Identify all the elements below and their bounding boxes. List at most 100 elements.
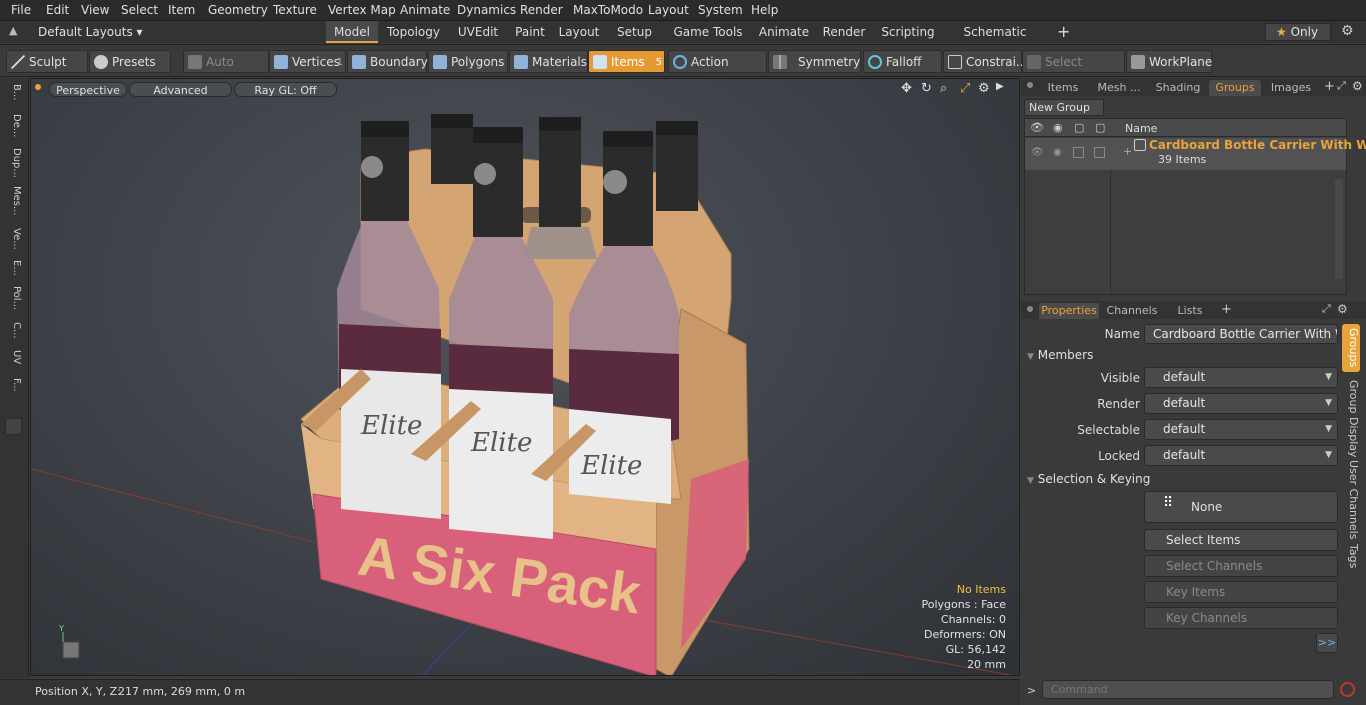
menu-view[interactable]: View xyxy=(81,3,109,17)
key-items-button[interactable]: Key Items xyxy=(1144,581,1338,603)
new-group-button[interactable]: New Group xyxy=(1024,99,1104,116)
materials-button[interactable]: Materials xyxy=(509,50,588,73)
menu-geometry[interactable]: Geometry xyxy=(208,3,268,17)
tab-lists[interactable]: Lists xyxy=(1167,303,1213,319)
tab-scripting[interactable]: Scripting xyxy=(874,21,942,43)
more-button[interactable]: >> xyxy=(1316,633,1338,653)
visible-dropdown[interactable]: default ▼ xyxy=(1144,367,1338,388)
record-icon[interactable] xyxy=(1340,682,1355,697)
side-tab-groups[interactable]: Groups xyxy=(1344,328,1360,367)
add-tab-icon[interactable]: + xyxy=(1057,22,1070,41)
symmetry-button[interactable]: Symmetry xyxy=(768,50,861,73)
boundary-button[interactable]: Boundary xyxy=(347,50,428,73)
tab-properties[interactable]: Properties xyxy=(1039,303,1099,319)
menu-system[interactable]: System xyxy=(698,3,743,17)
menu-animate[interactable]: Animate xyxy=(400,3,450,17)
layout-selector[interactable]: Default Layouts ▾ xyxy=(38,25,143,39)
lock-cube-icon[interactable]: ▢ xyxy=(1074,121,1084,134)
3d-viewport[interactable]: Perspective Advanced Ray GL: Off ✥ ↻ ⌕ ⤢… xyxy=(30,78,1020,676)
add-props-tab-icon[interactable]: + xyxy=(1221,302,1232,317)
tab-paint[interactable]: Paint xyxy=(509,21,551,43)
left-tab-duplicate[interactable]: Dup... xyxy=(4,148,22,178)
left-tab-mesh-edit[interactable]: Mes... xyxy=(4,186,22,216)
menu-vertex-map[interactable]: Vertex Map xyxy=(328,3,396,17)
panel-settings-icon[interactable]: ⚙ xyxy=(1352,79,1363,93)
workplane-button[interactable]: WorkPlane xyxy=(1126,50,1212,73)
expand-panel-icon[interactable]: ⤢ xyxy=(1337,79,1346,93)
name-field[interactable]: Cardboard Bottle Carrier With Wine (3 xyxy=(1144,324,1338,344)
tab-channels[interactable]: Channels xyxy=(1103,303,1161,319)
row-eye-icon[interactable]: 👁 xyxy=(1031,147,1044,158)
auto-select-button[interactable]: Auto Select xyxy=(183,50,269,92)
menu-edit[interactable]: Edit xyxy=(46,3,69,17)
side-tab-group-display[interactable]: Group Display xyxy=(1344,380,1360,458)
presets-button[interactable]: Presets xyxy=(89,50,171,73)
menu-select[interactable]: Select xyxy=(121,3,158,17)
polygons-button[interactable]: Polygons xyxy=(428,50,508,73)
left-tab-polygon[interactable]: Pol... xyxy=(4,286,22,310)
locked-dropdown[interactable]: default ▼ xyxy=(1144,445,1338,466)
menu-maxtomodo[interactable]: MaxToModo xyxy=(573,3,643,17)
tab-layout[interactable]: Layout xyxy=(553,21,605,43)
selection-keying-section[interactable]: ▼ Selection & Keying xyxy=(1027,472,1150,486)
group-list-scrollbar[interactable] xyxy=(1335,179,1343,279)
selectable-dropdown[interactable]: default ▼ xyxy=(1144,419,1338,440)
menu-help[interactable]: Help xyxy=(751,3,778,17)
add-tab-icon[interactable]: + xyxy=(1324,79,1335,94)
sculpt-button[interactable]: Sculpt xyxy=(6,50,88,73)
select-through-button[interactable]: Select Through xyxy=(1022,50,1125,92)
left-tab-deform[interactable]: De... xyxy=(4,114,22,137)
select-items-button[interactable]: Select Items xyxy=(1144,529,1338,551)
props-settings-icon[interactable]: ⚙ xyxy=(1337,302,1348,316)
left-tab-basic[interactable]: B... xyxy=(4,84,22,100)
visibility-eye-icon[interactable]: 👁 xyxy=(1030,121,1044,134)
menu-item[interactable]: Item xyxy=(168,3,195,17)
items-button[interactable]: Items 5 xyxy=(588,50,665,73)
tab-animate[interactable]: Animate xyxy=(754,21,814,43)
menu-texture[interactable]: Texture xyxy=(273,3,317,17)
tab-topology[interactable]: Topology xyxy=(380,21,447,43)
tab-render[interactable]: Render xyxy=(816,21,872,43)
left-tab-vertex[interactable]: Ve... xyxy=(4,228,22,250)
left-tab-edge[interactable]: E... xyxy=(4,260,22,276)
expand-props-icon[interactable]: ⤢ xyxy=(1322,302,1331,316)
tab-groups[interactable]: Groups xyxy=(1209,80,1261,96)
left-tab-fusion[interactable]: F... xyxy=(4,378,22,392)
action-center-button[interactable]: Action Center xyxy=(668,50,767,92)
constrain-button[interactable]: Constrai... xyxy=(943,50,1027,73)
row-render-icon[interactable]: ◉ xyxy=(1053,147,1062,158)
row-lock-box[interactable] xyxy=(1073,147,1084,158)
members-section[interactable]: ▼ Members xyxy=(1027,348,1093,362)
vertices-button[interactable]: Vertices 1 xyxy=(269,50,346,73)
none-button[interactable]: ⠿ None xyxy=(1144,491,1338,523)
side-tab-tags[interactable]: Tags xyxy=(1344,544,1360,568)
group-row[interactable]: 👁 ◉ + Cardboard Bottle Carrier With W ..… xyxy=(1025,138,1366,170)
tab-shading[interactable]: Shading xyxy=(1151,80,1205,96)
left-tab-curve[interactable]: C... xyxy=(4,322,22,339)
tab-game-tools[interactable]: Game Tools xyxy=(664,21,752,43)
tab-uvedit[interactable]: UVEdit xyxy=(449,21,507,43)
tab-mesh[interactable]: Mesh ... xyxy=(1091,80,1147,96)
tab-schematic-fusion[interactable]: Schematic Fusion xyxy=(944,21,1046,61)
key-channels-button[interactable]: Key Channels xyxy=(1144,607,1338,629)
command-input[interactable] xyxy=(1042,680,1334,699)
expand-plus-icon[interactable]: + xyxy=(1123,145,1132,158)
row-select-box[interactable] xyxy=(1094,147,1105,158)
select-channels-button[interactable]: Select Channels xyxy=(1144,555,1338,577)
menu-file[interactable]: File xyxy=(11,3,31,17)
side-tab-user-channels[interactable]: User Channels xyxy=(1344,460,1360,539)
menu-render[interactable]: Render xyxy=(520,3,563,17)
falloff-button[interactable]: Falloff xyxy=(863,50,942,73)
tab-model[interactable]: Model xyxy=(326,21,378,43)
render-icon[interactable]: ◉ xyxy=(1053,121,1063,134)
left-strip-toggle[interactable] xyxy=(5,418,22,435)
gear-icon[interactable]: ⚙ xyxy=(1341,23,1354,39)
left-tab-uv[interactable]: UV xyxy=(4,350,22,364)
menu-layout[interactable]: Layout xyxy=(648,3,689,17)
tab-setup[interactable]: Setup xyxy=(607,21,662,43)
select-cube-icon[interactable]: ▢ xyxy=(1095,121,1105,134)
only-toggle[interactable]: ★ Only xyxy=(1265,23,1331,41)
tab-items[interactable]: Items xyxy=(1039,80,1087,96)
menu-dynamics[interactable]: Dynamics xyxy=(457,3,516,17)
collapse-icon[interactable]: ▲ xyxy=(9,24,17,37)
